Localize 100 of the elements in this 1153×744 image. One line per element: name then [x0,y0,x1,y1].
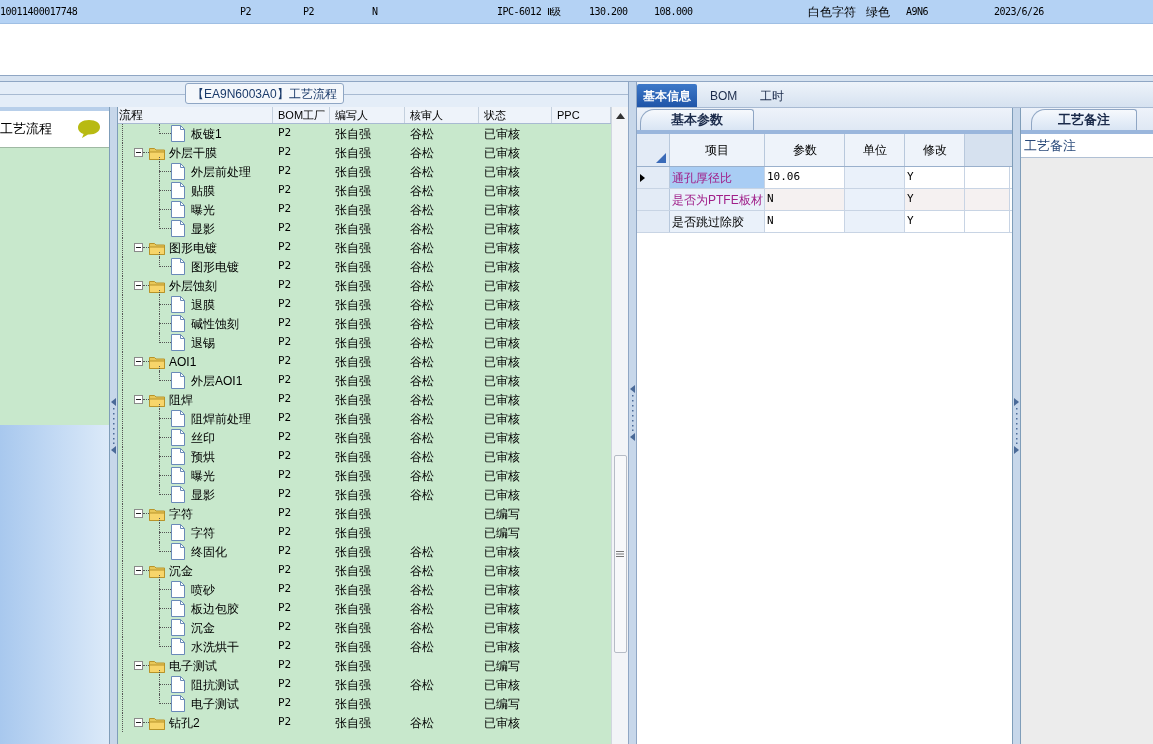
collapse-toggle[interactable] [134,566,143,575]
scrollbar[interactable] [611,107,628,744]
table-cell: P2 [278,486,292,503]
collapse-toggle[interactable] [134,148,143,157]
table-cell-text: 已审核 [484,448,520,466]
table-cell: P2 [278,524,292,541]
collapse-toggle[interactable] [134,718,143,727]
tree-node-label[interactable]: 显影 [191,219,215,238]
panel-title: 工艺流程 [0,120,52,139]
table-cell-text: 张自强 [335,277,371,295]
tree-node-label[interactable]: 丝印 [191,428,215,447]
tree-node-label[interactable]: 字符 [191,523,215,542]
table-cell-text: 130.200 [589,5,628,19]
tree-node-label[interactable]: 沉金 [191,618,215,637]
table-cell-text: 谷松 [410,296,434,314]
column-header[interactable]: 编写人 [330,107,405,123]
table-cell: P2 [278,600,292,617]
table-cell[interactable]: Y [907,169,914,186]
tree-node-label[interactable]: 退膜 [191,295,215,314]
tree-node-label[interactable]: 曝光 [191,466,215,485]
table-cell-text: 张自强 [335,619,371,637]
tree-node-label[interactable]: 水洗烘干 [191,637,239,656]
tab[interactable]: 基本参数 [640,109,754,130]
collapse-arrow-icon [111,445,116,454]
tree-node-label[interactable]: 外层前处理 [191,162,251,181]
tree-node-label[interactable]: 电子测试 [191,694,239,713]
tree-node-label[interactable]: 预烘 [191,447,215,466]
tree-node-label[interactable]: 阻焊 [169,390,193,409]
document-icon [171,201,185,218]
row-header[interactable] [637,167,670,188]
tree-node-label[interactable]: 退锡 [191,333,215,352]
tree-node-label[interactable]: 外层干膜 [169,143,217,162]
tab[interactable]: BOM [700,84,748,107]
tree-node-label[interactable]: 显影 [191,485,215,504]
tree-node-label[interactable]: 板边包胶 [191,599,239,618]
tree-node-label[interactable]: 终固化 [191,542,227,561]
collapse-toggle[interactable] [134,243,143,252]
table-cell[interactable]: Y [907,191,914,208]
scrollbar-thumb[interactable] [613,455,627,653]
column-header[interactable]: 参数 [765,134,845,166]
table-cell-text: 张自强 [335,258,371,276]
column-header[interactable]: BOM工厂 [273,107,330,123]
field-label: 工艺备注 [1021,134,1153,158]
grid-corner[interactable] [637,134,670,166]
tree-node-label[interactable]: 贴膜 [191,181,215,200]
document-icon [171,695,185,712]
table-cell-text: 已审核 [484,638,520,656]
table-cell-text: 谷松 [410,638,434,656]
tree-node-label[interactable]: 外层AOI1 [191,371,243,390]
table-cell[interactable]: 10.06 [767,169,801,186]
table-cell: P2 [278,467,292,484]
tree-node-label[interactable]: 图形电镀 [169,238,217,257]
column-header[interactable]: 流程 [118,107,273,123]
tree-node-label[interactable]: 电子测试 [169,656,217,675]
table-cell: P2 [278,239,292,256]
table-cell-text: 已审核 [484,467,520,485]
table-cell-text: N [372,5,378,19]
tree-node-label[interactable]: 碱性蚀刻 [191,314,239,333]
collapse-toggle[interactable] [134,661,143,670]
document-icon [171,182,185,199]
collapse-toggle[interactable] [134,357,143,366]
table-cell-text: 108.000 [654,5,693,19]
table-cell[interactable]: N [767,191,774,208]
scroll-up-icon[interactable] [615,113,625,119]
table-cell-text: 谷松 [410,486,434,504]
tree-node-label[interactable]: AOI1 [169,352,197,371]
table-cell-text: 谷松 [410,581,434,599]
tab[interactable]: 工艺备注 [1031,109,1137,130]
tab[interactable]: 工时 [750,84,795,107]
table-cell-text: 谷松 [410,277,434,295]
collapse-arrow-icon [111,397,116,406]
table-cell-text: 谷松 [410,372,434,390]
tree-node-label[interactable]: 字符 [169,504,193,523]
table-cell[interactable]: N [767,213,774,230]
tree-node-label[interactable]: 外层蚀刻 [169,276,217,295]
tree-node-label[interactable]: 曝光 [191,200,215,219]
folder-icon [149,240,165,255]
tab[interactable]: 基本信息 [637,84,697,107]
column-header[interactable]: 状态 [479,107,552,123]
collapse-toggle[interactable] [134,509,143,518]
collapse-toggle[interactable] [134,395,143,404]
column-header[interactable]: 核审人 [405,107,479,123]
tree-node-label[interactable]: 阻焊前处理 [191,409,251,428]
table-cell: P2 [278,638,292,655]
folder-icon [149,354,165,369]
document-icon [171,486,185,503]
folder-icon [149,278,165,293]
speech-bubble-icon [77,119,101,139]
tree-node-label[interactable]: 沉金 [169,561,193,580]
grip-icon [616,551,624,557]
table-cell-text: 是否跳过除胶 [672,213,744,231]
tree-node-label[interactable]: 喷砂 [191,580,215,599]
tree-node-label[interactable]: 阻抗测试 [191,675,239,694]
collapse-toggle[interactable] [134,281,143,290]
tree-node-label[interactable]: 板镀1 [191,124,222,143]
tree-node-label[interactable]: 钻孔2 [169,713,200,732]
tree-node-label[interactable]: 图形电镀 [191,257,239,276]
table-cell[interactable]: Y [907,213,914,230]
column-header[interactable]: 项目 [670,134,765,166]
column-header[interactable]: 单位 [845,134,905,166]
